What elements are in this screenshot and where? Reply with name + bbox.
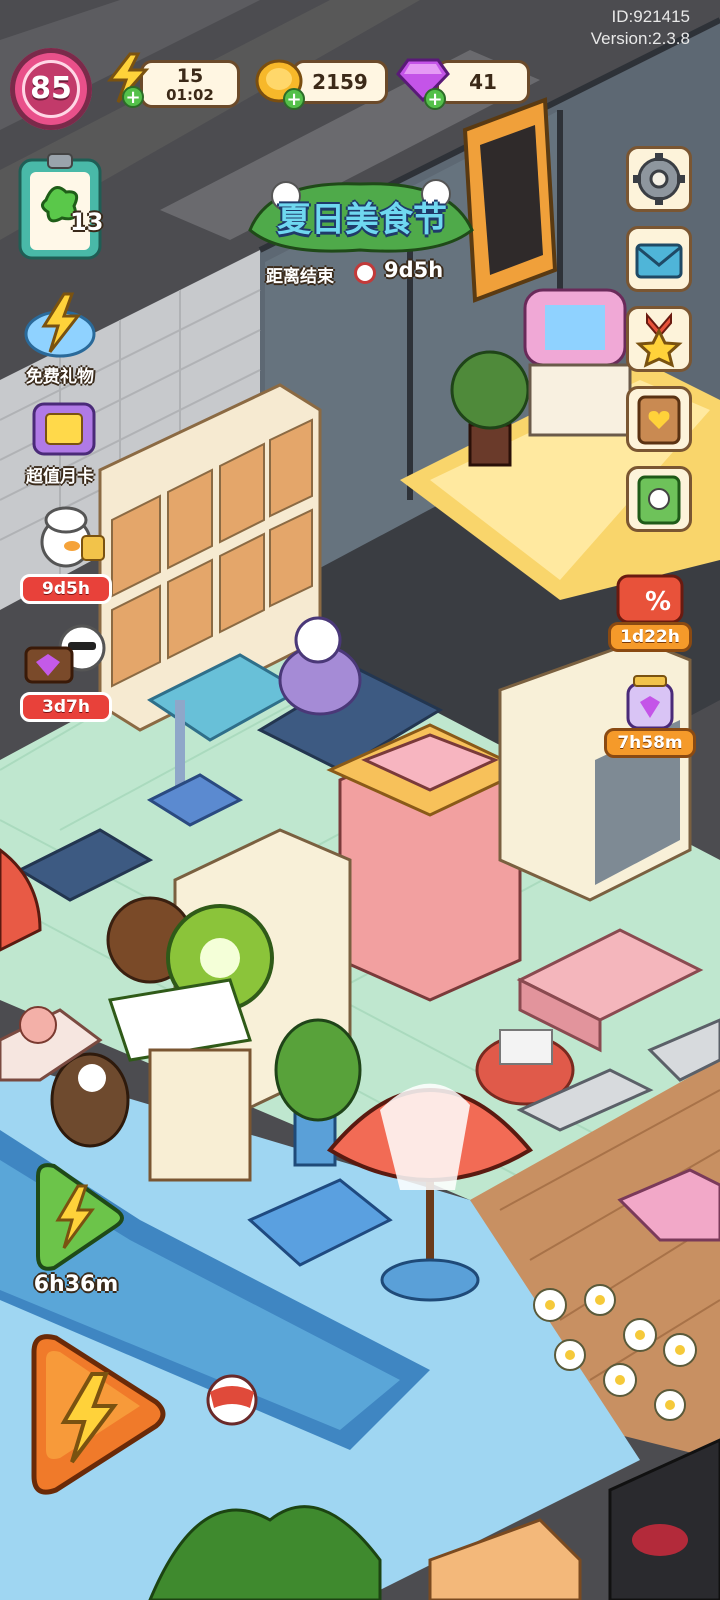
gem-add-button[interactable]: +: [424, 88, 446, 110]
card-icon: [32, 402, 96, 456]
energy-boost-button[interactable]: 6h36m: [20, 1160, 130, 1300]
achievements-button[interactable]: [626, 306, 692, 372]
monthly-card-label: 超值月卡: [26, 467, 94, 487]
coin-value: 2159: [312, 70, 368, 94]
energy-timer: 01:02: [166, 86, 214, 104]
green-lightning-icon: [36, 1163, 124, 1271]
mail-button[interactable]: [626, 226, 692, 292]
clipboard-icon: [18, 153, 102, 260]
tasks-button[interactable]: 13: [16, 150, 104, 262]
gem-value: 41: [469, 70, 497, 94]
free-gift-button[interactable]: 免费礼物: [10, 290, 110, 390]
jar-icon: [626, 675, 674, 730]
collection-book-button[interactable]: [626, 386, 692, 452]
gear-icon: [633, 153, 685, 205]
main-energy-action-button[interactable]: [20, 1330, 170, 1500]
game-version: Version:2.3.8: [590, 29, 690, 48]
heart-book-icon: [637, 395, 681, 445]
player-id: ID:921415: [611, 7, 690, 26]
summer-food-festival-banner[interactable]: 夏日美食节 距离结束 9d5h: [240, 150, 480, 290]
festival-countdown: 9d5h: [384, 258, 444, 282]
tasks-count: 13: [70, 208, 104, 236]
svg-text:%: %: [645, 587, 671, 617]
festival-title: 夏日美食节: [277, 200, 447, 240]
recipe-book-icon: [637, 475, 681, 525]
chef-duck-icon: [40, 506, 105, 568]
orange-lightning-icon: [31, 1334, 166, 1495]
settings-button[interactable]: [626, 146, 692, 212]
recipe-book-button[interactable]: [626, 466, 692, 532]
monthly-card-button[interactable]: 超值月卡: [10, 398, 110, 490]
chef-offer-1-button[interactable]: 9d5h: [18, 506, 114, 604]
sale-offer-timer: 1d22h: [608, 622, 692, 652]
gem-jar-timer: 7h58m: [604, 728, 696, 758]
discount-tag-icon: %: [616, 574, 684, 624]
gem-jar-button[interactable]: 7h58m: [604, 672, 696, 758]
clock-icon: [354, 262, 376, 284]
medal-icon: [635, 312, 683, 368]
chef-treasure-icon: [24, 624, 106, 684]
sale-offer-button[interactable]: % 1d22h: [608, 572, 692, 652]
energy-value: 15: [176, 65, 204, 87]
envelope-icon: [635, 243, 683, 279]
chef-offer-2-timer: 3d7h: [20, 692, 112, 722]
player-level: 85: [22, 60, 80, 118]
free-gift-label: 免费礼物: [26, 367, 94, 387]
energy-boost-timer: 6h36m: [33, 1272, 119, 1297]
player-level-badge[interactable]: 85: [10, 48, 92, 130]
festival-countdown-label: 距离结束: [266, 267, 334, 287]
gift-energy-icon: [24, 292, 96, 358]
gem-counter[interactable]: 41: [436, 60, 530, 104]
energy-add-button[interactable]: +: [122, 86, 144, 108]
chef-offer-2-button[interactable]: 3d7h: [18, 618, 114, 722]
chef-offer-1-timer: 9d5h: [20, 574, 112, 604]
coin-counter[interactable]: 2159: [292, 60, 388, 104]
coin-add-button[interactable]: +: [283, 88, 305, 110]
energy-counter[interactable]: 15 01:02: [140, 60, 240, 108]
